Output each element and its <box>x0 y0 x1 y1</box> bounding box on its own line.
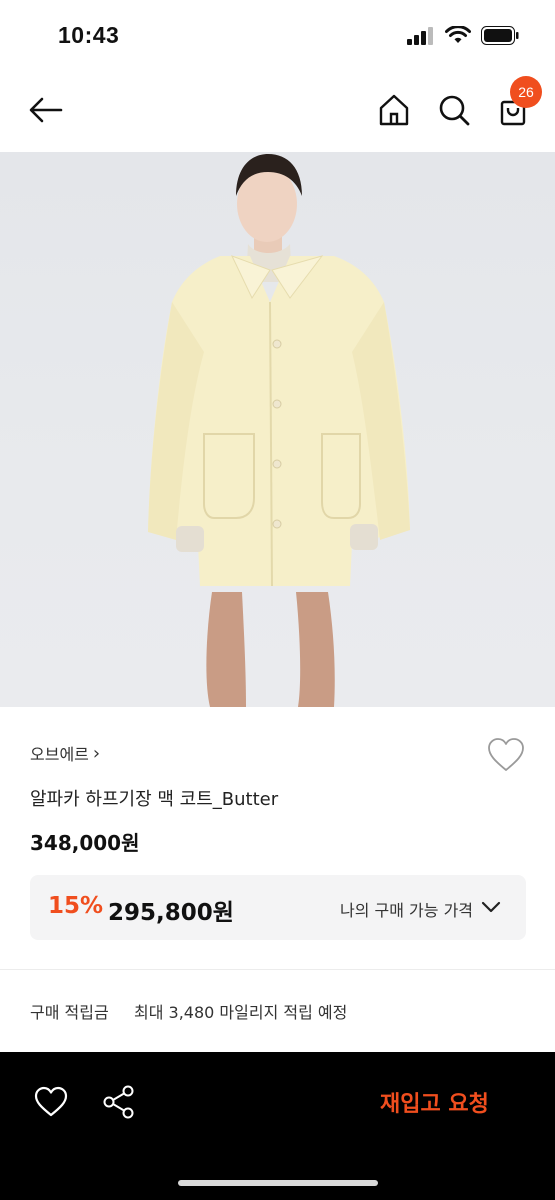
restock-request-button[interactable]: 재입고 요청 <box>380 1086 489 1118</box>
chevron-down-icon <box>481 901 501 913</box>
heart-icon <box>488 738 524 771</box>
cart-count-badge: 26 <box>510 76 542 108</box>
share-button[interactable] <box>102 1084 136 1120</box>
original-price: 348,000원 <box>30 831 140 855</box>
bottom-wishlist-button[interactable] <box>34 1086 68 1118</box>
bottom-action-bar: 재입고 요청 <box>0 1052 555 1200</box>
discount-price: 295,800원 <box>108 900 234 926</box>
product-photo <box>148 154 410 707</box>
wishlist-button[interactable] <box>487 737 525 773</box>
section-divider <box>0 969 555 970</box>
home-button[interactable] <box>376 92 412 128</box>
back-button[interactable] <box>26 92 66 128</box>
back-arrow-icon <box>29 97 63 123</box>
status-bar: 10:43 <box>0 0 555 72</box>
brand-name: 오브에르 <box>30 745 89 764</box>
points-value: 최대 3,480 마일리지 적립 예정 <box>134 1003 348 1022</box>
discount-percent: 15% <box>48 893 104 919</box>
share-icon <box>103 1085 134 1119</box>
battery-icon <box>481 26 519 45</box>
top-nav-bar: 26 <box>0 72 555 152</box>
product-name: 알파카 하프기장 맥 코트_Butter <box>30 789 279 810</box>
home-indicator[interactable] <box>178 1180 378 1186</box>
points-label: 구매 적립금 <box>30 1003 109 1022</box>
status-time: 10:43 <box>58 22 120 48</box>
wifi-icon <box>445 26 471 43</box>
chevron-right-icon: › <box>92 742 101 764</box>
signal-icon <box>407 26 433 45</box>
my-price-label: 나의 구매 가능 가격 <box>340 901 474 920</box>
search-icon <box>439 95 470 126</box>
product-image[interactable] <box>0 152 555 707</box>
brand-link[interactable]: 오브에르 › <box>30 741 100 765</box>
heart-icon <box>34 1086 68 1117</box>
home-icon <box>379 94 409 126</box>
my-price-box[interactable]: 15% 295,800원 나의 구매 가능 가격 <box>30 875 526 940</box>
search-button[interactable] <box>436 92 472 128</box>
status-icons <box>407 26 519 45</box>
